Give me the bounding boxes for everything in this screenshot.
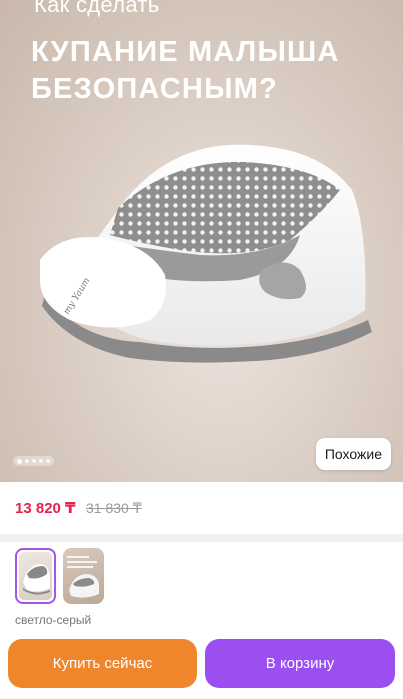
variant-thumbnail[interactable] bbox=[63, 548, 104, 604]
selected-variant-label: светло-серый bbox=[15, 613, 92, 627]
current-price: 13 820 ₸ bbox=[15, 500, 76, 517]
hero-title-line2: КУПАНИЕ МАЛЫША bbox=[31, 36, 340, 68]
hero-title-line1: Как сделать bbox=[34, 0, 160, 17]
buy-now-button[interactable]: Купить сейчас bbox=[8, 639, 197, 688]
carousel-dot[interactable] bbox=[32, 459, 36, 463]
variant-selector: светло-серый bbox=[0, 542, 403, 634]
carousel-dot[interactable] bbox=[39, 459, 43, 463]
carousel-dot[interactable] bbox=[25, 459, 29, 463]
price-section: 13 820 ₸ 31 830 ₸ bbox=[0, 482, 403, 534]
bottom-action-bar: Купить сейчас В корзину bbox=[0, 634, 403, 699]
baby-bath-seat-image: my Yaum bbox=[40, 144, 372, 363]
old-price: 31 830 ₸ bbox=[86, 500, 142, 516]
similar-products-button[interactable]: Похожие bbox=[315, 438, 391, 470]
carousel-dot-active[interactable] bbox=[17, 458, 22, 464]
hero-title-line3: БЕЗОПАСНЫМ? bbox=[31, 73, 278, 105]
add-to-cart-button[interactable]: В корзину bbox=[205, 639, 395, 688]
variant-product-icon bbox=[23, 564, 50, 595]
carousel-dot[interactable] bbox=[46, 459, 50, 463]
product-image-gallery[interactable]: Как сделать КУПАНИЕ МАЛЫША БЕЗОПАСНЫМ? m… bbox=[0, 0, 403, 482]
carousel-indicator bbox=[13, 456, 54, 466]
section-divider bbox=[0, 534, 403, 542]
variant-product-icon bbox=[67, 556, 99, 598]
variant-thumbnail-selected[interactable] bbox=[15, 548, 56, 604]
